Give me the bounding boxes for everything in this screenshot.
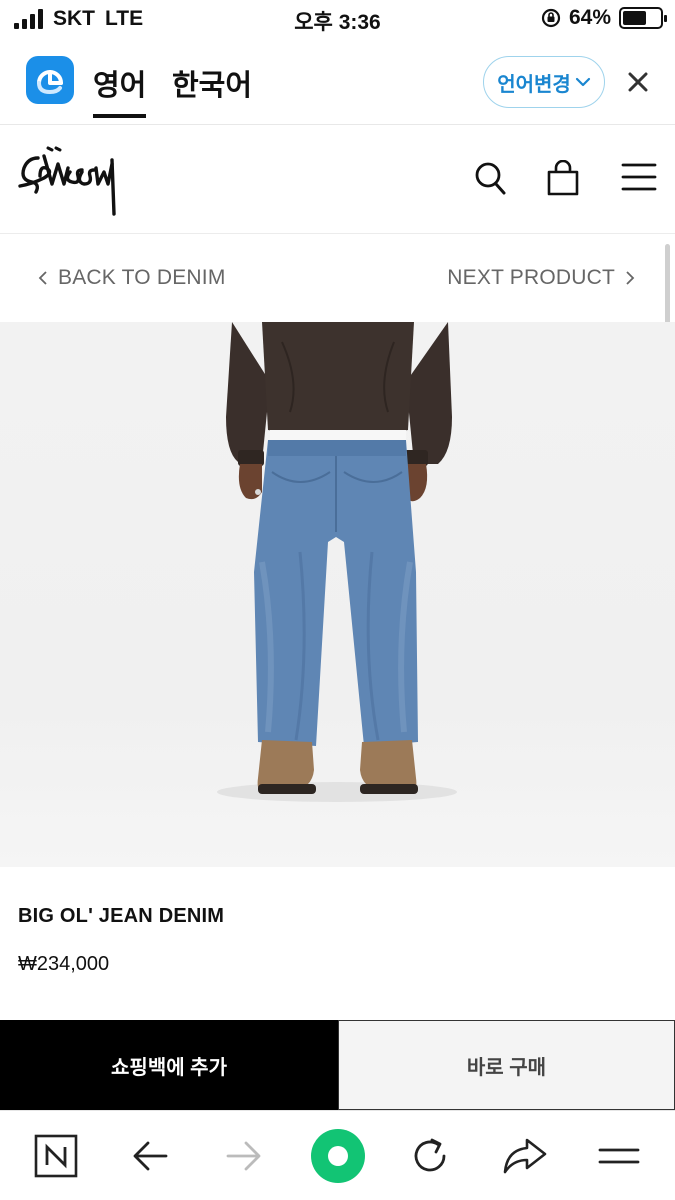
- product-price: ₩234,000: [18, 953, 110, 975]
- share-icon[interactable]: [501, 1134, 547, 1178]
- tab-korean[interactable]: 한국어: [172, 62, 252, 104]
- product-nav: BACK TO DENIM NEXT PRODUCT: [0, 234, 675, 322]
- status-bar: SKT LTE 오후 3:36 64%: [0, 0, 675, 40]
- chevron-right-icon: [626, 271, 635, 285]
- reload-icon[interactable]: [408, 1134, 452, 1178]
- site-header: [0, 126, 675, 234]
- back-label: BACK TO DENIM: [58, 266, 226, 289]
- close-icon[interactable]: [622, 66, 654, 98]
- chevron-left-icon: [38, 271, 47, 285]
- product-image[interactable]: [0, 322, 675, 867]
- back-to-denim-link[interactable]: BACK TO DENIM: [38, 266, 226, 290]
- translator-logo-icon[interactable]: [26, 56, 74, 104]
- back-arrow-icon[interactable]: [130, 1134, 170, 1178]
- model-wearing-jeans-illustration: [217, 322, 457, 802]
- change-language-button[interactable]: 언어변경: [483, 56, 605, 108]
- change-language-label: 언어변경: [497, 73, 571, 96]
- battery-icon: [619, 7, 667, 29]
- naver-home-icon[interactable]: [34, 1134, 78, 1178]
- buy-now-button[interactable]: 바로 구매: [338, 1020, 675, 1110]
- battery-percent: 64%: [568, 6, 611, 29]
- purchase-actions: 쇼핑백에 추가 바로 구매: [0, 1020, 675, 1110]
- menu-icon[interactable]: [598, 1134, 640, 1178]
- search-icon[interactable]: [473, 160, 507, 196]
- green-dot-icon[interactable]: [310, 1128, 366, 1184]
- orientation-lock-icon: [541, 8, 561, 28]
- browser-toolbar: [0, 1110, 675, 1200]
- stussy-logo[interactable]: [18, 142, 123, 217]
- menu-icon[interactable]: [621, 160, 657, 194]
- translate-bar: 영어 한국어 언어변경: [0, 40, 675, 125]
- next-product-link[interactable]: NEXT PRODUCT: [447, 266, 635, 290]
- add-to-bag-button[interactable]: 쇼핑백에 추가: [0, 1020, 338, 1110]
- tab-english[interactable]: 영어: [93, 62, 147, 118]
- shopping-bag-icon[interactable]: [545, 160, 581, 196]
- forward-arrow-icon[interactable]: [224, 1134, 264, 1178]
- chevron-down-icon: [575, 77, 590, 87]
- next-label: NEXT PRODUCT: [447, 266, 615, 289]
- product-name: BIG OL' JEAN DENIM: [18, 905, 225, 927]
- status-right: 64%: [541, 6, 667, 30]
